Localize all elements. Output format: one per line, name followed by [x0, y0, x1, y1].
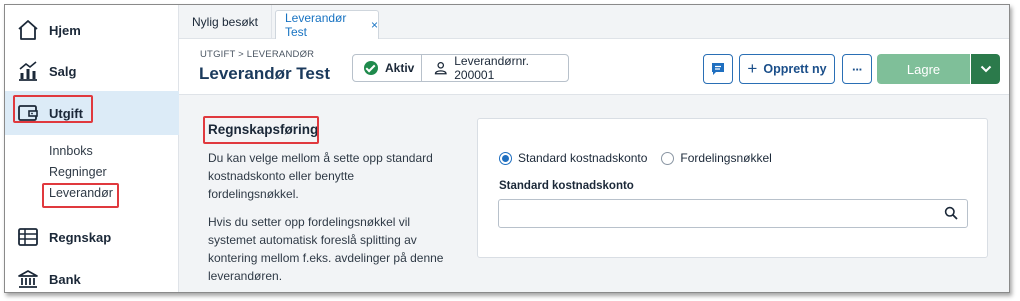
sidebar: Hjem Salg Utgift Innboks Regninger Lever… — [5, 5, 179, 292]
bank-icon — [18, 270, 38, 288]
sidebar-item-label: Hjem — [49, 22, 81, 38]
comment-icon — [712, 63, 724, 75]
page-title: Leverandør Test — [199, 64, 331, 83]
status-pill: Aktiv Leverandørnr. 200001 — [352, 54, 569, 82]
chart-icon — [19, 61, 37, 81]
supplier-number-label: Leverandørnr. 200001 — [454, 54, 529, 82]
home-icon — [18, 20, 38, 40]
breadcrumb[interactable]: UTGIFT > LEVERANDØR — [200, 49, 314, 60]
create-new-label: Opprett ny — [763, 62, 827, 76]
cost-account-field[interactable] — [498, 199, 968, 228]
supplier-number: Leverandørnr. 200001 — [422, 54, 568, 82]
more-icon: ··· — [852, 61, 863, 77]
check-circle-icon — [364, 61, 378, 75]
description-paragraph-1: Du kan velge mellom å sette opp standard… — [208, 151, 433, 201]
sidebar-item-label: Bank — [49, 271, 81, 287]
search-icon[interactable] — [944, 206, 958, 220]
page-header: UTGIFT > LEVERANDØR Leverandør Test Akti… — [179, 39, 1009, 95]
radio-standard[interactable] — [499, 151, 512, 165]
cost-account-input[interactable] — [499, 200, 939, 227]
sidebar-subitem-regninger[interactable]: Regninger — [49, 165, 107, 179]
highlight-utgift — [13, 95, 93, 123]
description-paragraph-2: Hvis du setter opp fordelingsnøkkel vil … — [208, 215, 444, 283]
save-options-button[interactable] — [971, 54, 1000, 84]
save-button[interactable]: Lagre — [877, 54, 970, 84]
radio-distribution-label[interactable]: Fordelingsnøkkel — [680, 151, 771, 165]
sidebar-item-label: Regnskap — [49, 229, 112, 245]
app-window: Hjem Salg Utgift Innboks Regninger Lever… — [4, 4, 1010, 293]
sidebar-subitem-innboks[interactable]: Innboks — [49, 144, 93, 158]
highlight-leverandor — [42, 183, 119, 208]
field-label: Standard kostnadskonto — [499, 180, 634, 192]
ledger-icon — [18, 228, 38, 246]
status-label: Aktiv — [385, 61, 415, 75]
radio-distribution[interactable] — [661, 151, 675, 165]
accounting-card: Standard kostnadskonto Fordelingsnøkkel … — [477, 118, 988, 258]
sidebar-item-regnskap[interactable]: Regnskap — [5, 217, 179, 257]
tab-recent[interactable]: Nylig besøkt — [179, 5, 272, 39]
sidebar-item-bank[interactable]: Bank — [5, 259, 179, 292]
comments-button[interactable] — [703, 54, 733, 84]
chevron-down-icon — [980, 65, 991, 73]
more-options-button[interactable]: ··· — [842, 54, 872, 84]
sidebar-item-salg[interactable]: Salg — [5, 51, 179, 91]
tab-leverandor-test[interactable]: Leverandør Test × — [275, 10, 379, 39]
plus-icon: + — [747, 59, 758, 78]
radio-group: Standard kostnadskonto Fordelingsnøkkel — [499, 151, 772, 165]
main-content: Regnskapsføring Du kan velge mellom å se… — [179, 95, 1009, 292]
tab-label: Leverandør Test — [285, 11, 347, 39]
highlight-section-title — [203, 116, 319, 144]
create-new-button[interactable]: + Opprett ny — [739, 54, 835, 84]
status-badge: Aktiv — [353, 55, 421, 81]
close-icon[interactable]: × — [371, 18, 378, 32]
radio-standard-label[interactable]: Standard kostnadskonto — [518, 151, 647, 165]
person-icon — [434, 61, 447, 75]
tab-bar: Nylig besøkt Leverandør Test × — [179, 5, 1009, 39]
sidebar-item-hjem[interactable]: Hjem — [5, 10, 179, 50]
sidebar-item-label: Salg — [49, 63, 77, 79]
